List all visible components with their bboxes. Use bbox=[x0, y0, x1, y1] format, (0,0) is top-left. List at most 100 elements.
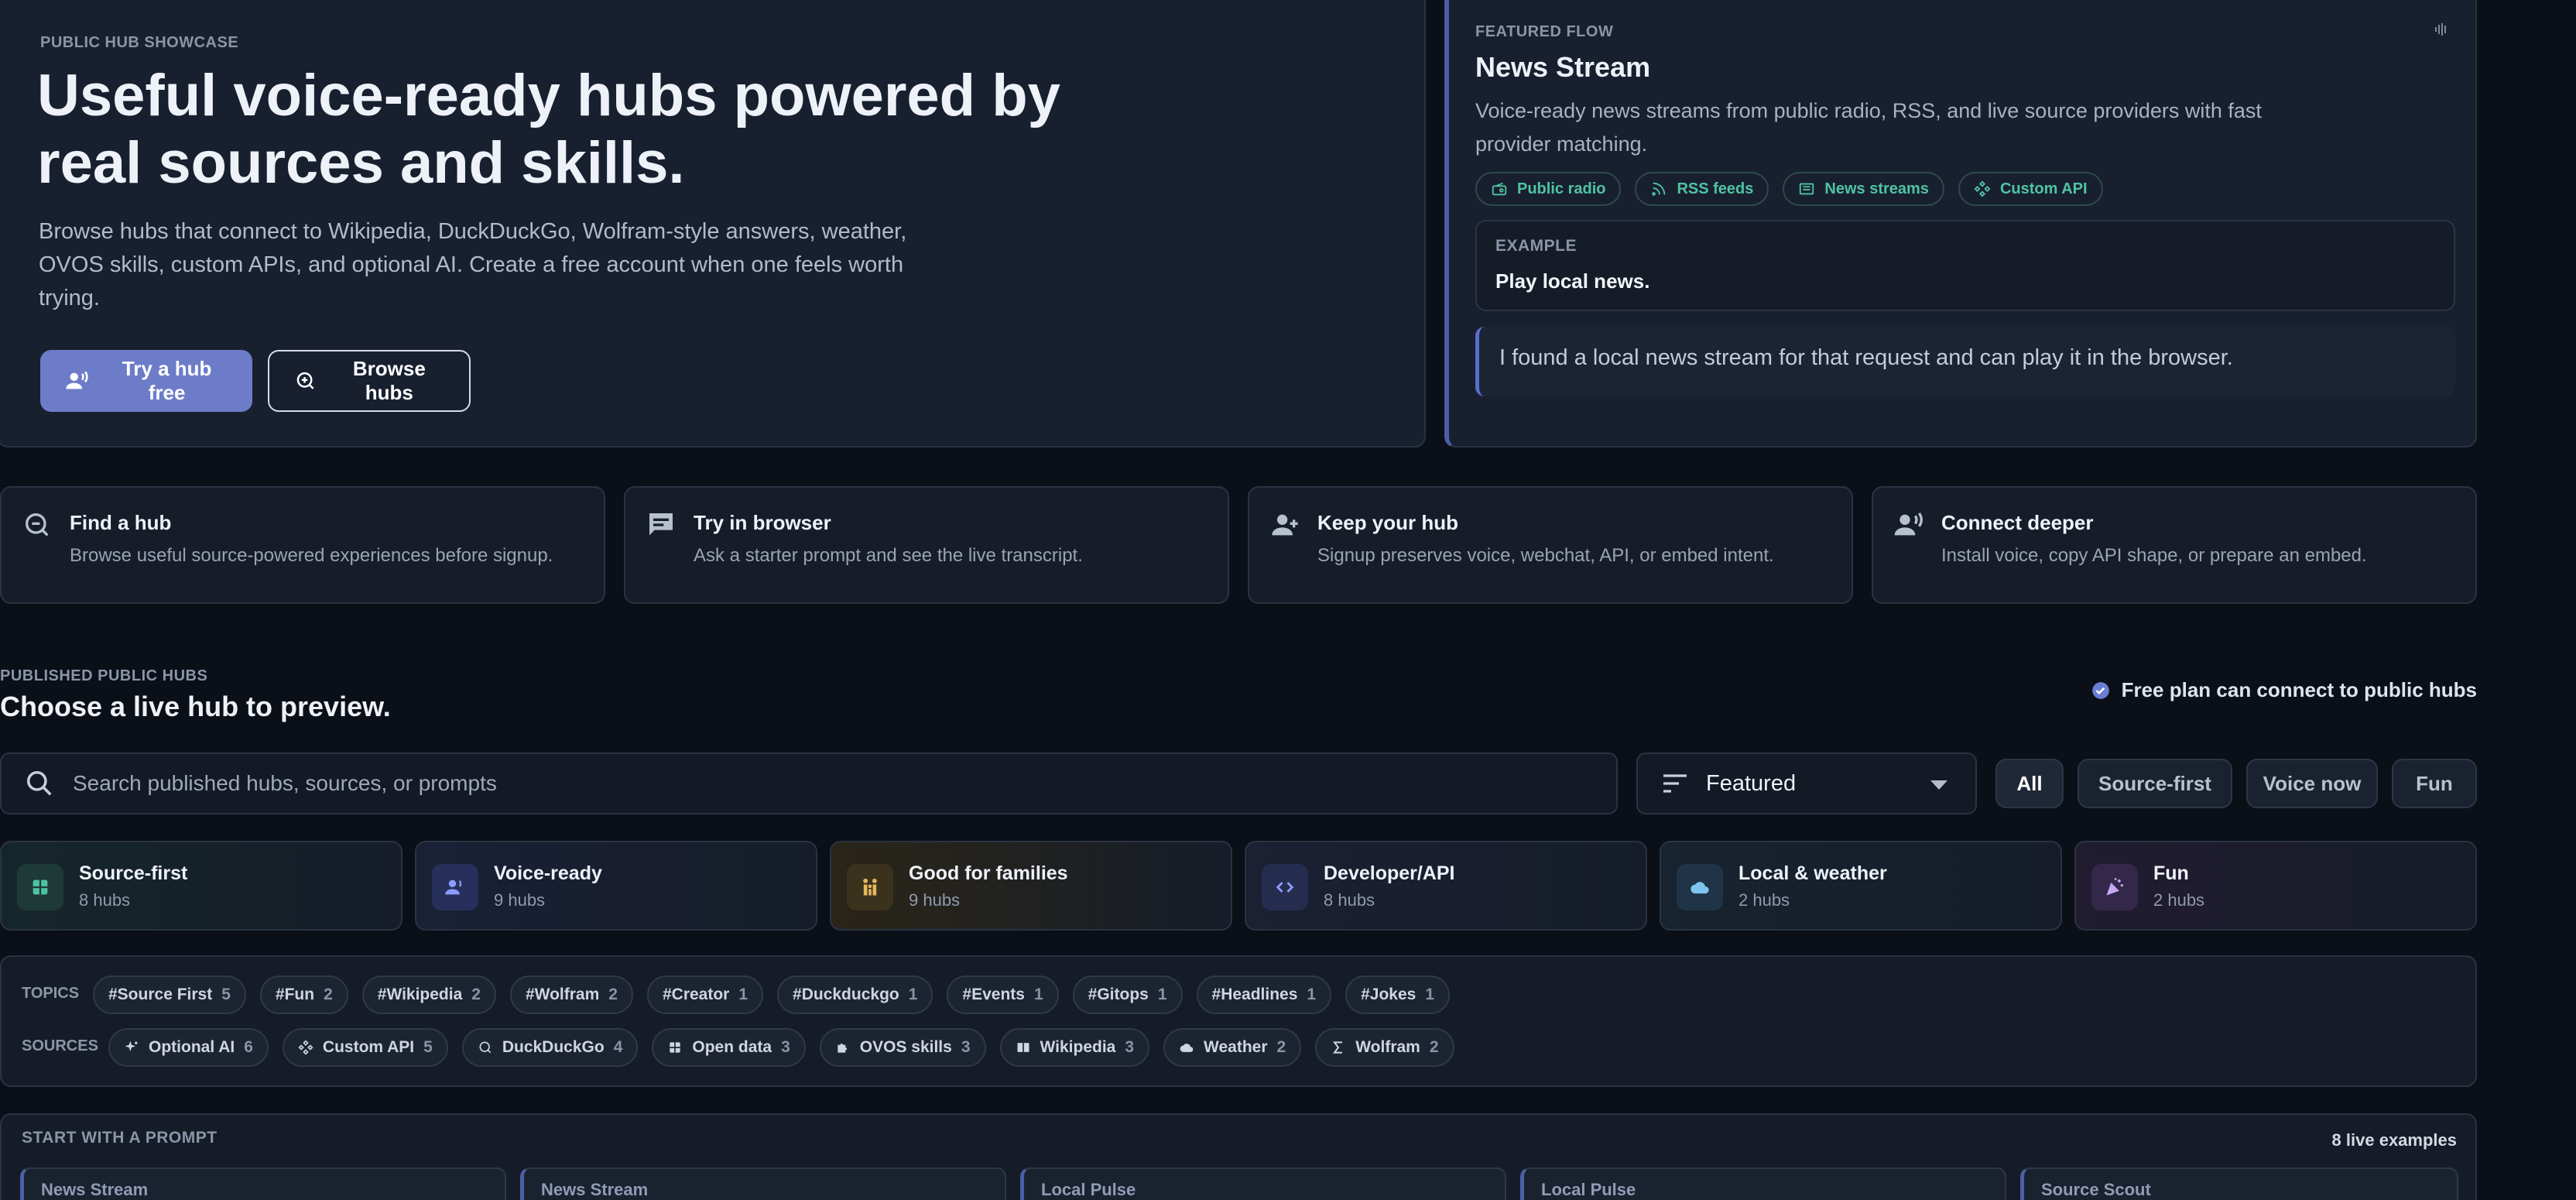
prompts-panel: START WITH A PROMPT 8 live examples News… bbox=[0, 1113, 2477, 1200]
source-tag[interactable]: DuckDuckGo 4 bbox=[461, 1028, 639, 1067]
category-families[interactable]: Good for families 9 hubs bbox=[830, 841, 1232, 931]
voice-user-icon bbox=[1894, 512, 1923, 536]
filter-voice-now[interactable]: Voice now bbox=[2246, 759, 2378, 808]
featured-description: Voice-ready news streams from public rad… bbox=[1475, 99, 2262, 156]
prompt-card[interactable]: Source Scout bbox=[2020, 1167, 2458, 1200]
published-overline: PUBLISHED PUBLIC HUBS bbox=[0, 667, 208, 684]
published-title: Choose a live hub to preview. bbox=[0, 691, 391, 722]
filter-all[interactable]: All bbox=[1995, 759, 2064, 808]
source-tag[interactable]: Custom API 5 bbox=[282, 1028, 448, 1067]
featured-title: News Stream bbox=[1475, 51, 1651, 83]
topic-tag[interactable]: #Source First 5 bbox=[93, 975, 246, 1014]
hero-title: Useful voice-ready hubs powered by real … bbox=[37, 63, 1060, 196]
voice-user-icon bbox=[432, 864, 478, 910]
filter-fun[interactable]: Fun bbox=[2392, 759, 2477, 808]
source-tag[interactable]: Wolfram 2 bbox=[1315, 1028, 1454, 1067]
prompt-card[interactable]: News Stream bbox=[20, 1167, 506, 1200]
sort-icon bbox=[1663, 774, 1687, 793]
featured-overline: FEATURED FLOW bbox=[1475, 23, 1614, 40]
topic-tag[interactable]: #Creator 1 bbox=[646, 975, 764, 1014]
waveform-icon bbox=[2434, 22, 2449, 37]
browse-hubs-button[interactable]: Browse hubs bbox=[268, 350, 471, 412]
sort-value: Featured bbox=[1706, 770, 1797, 796]
book-icon bbox=[1017, 1043, 1029, 1052]
search-input[interactable] bbox=[73, 771, 1543, 796]
code-icon bbox=[1262, 864, 1308, 910]
featured-chips: Public radio RSS feeds News streams Cust… bbox=[1475, 172, 2103, 206]
prompt-card[interactable]: Local Pulse bbox=[1020, 1167, 1506, 1200]
topic-tag[interactable]: #Headlines 1 bbox=[1196, 975, 1332, 1014]
cloud-icon bbox=[1180, 1044, 1194, 1052]
chip-rss-feeds: RSS feeds bbox=[1635, 172, 1769, 206]
news-icon bbox=[1800, 183, 1814, 195]
chip-public-radio: Public radio bbox=[1475, 172, 1622, 206]
category-source-first[interactable]: Source-first 8 hubs bbox=[0, 841, 402, 931]
topics-row: #Source First 5 #Fun 2 #Wikipedia 2 #Wolfra… bbox=[93, 975, 1451, 1014]
topic-tag[interactable]: #Fun 2 bbox=[259, 975, 348, 1014]
step-try-browser[interactable]: Try in browser Ask a starter prompt and … bbox=[624, 486, 1229, 604]
family-icon bbox=[847, 864, 893, 910]
free-plan-note: Free plan can connect to public hubs bbox=[2091, 678, 2477, 702]
chevron-down-icon bbox=[1930, 780, 1947, 790]
reply-text: I found a local news stream for that req… bbox=[1499, 345, 2233, 370]
topic-tag[interactable]: #Gitops 1 bbox=[1072, 975, 1183, 1014]
person-add-icon bbox=[1272, 514, 1298, 536]
sparkle-icon bbox=[125, 1041, 138, 1051]
try-hub-label: Try a hub free bbox=[122, 357, 212, 404]
search-globe-icon bbox=[26, 513, 49, 537]
step-keep-hub[interactable]: Keep your hub Signup preserves voice, we… bbox=[1248, 486, 1853, 604]
try-hub-button[interactable]: Try a hub free bbox=[40, 350, 252, 412]
sources-label: SOURCES bbox=[22, 1037, 98, 1054]
grid-icon bbox=[670, 1042, 681, 1053]
source-tag[interactable]: Open data 3 bbox=[652, 1028, 806, 1067]
search-globe-icon bbox=[479, 1041, 492, 1054]
sort-select[interactable]: Featured bbox=[1636, 753, 1977, 814]
source-tag[interactable]: Wikipedia 3 bbox=[999, 1028, 1150, 1067]
source-tag[interactable]: Weather 2 bbox=[1163, 1028, 1302, 1067]
rss-icon bbox=[1652, 182, 1666, 196]
category-developer-api[interactable]: Developer/API 8 hubs bbox=[1245, 841, 1647, 931]
category-fun[interactable]: Fun 2 hubs bbox=[2074, 841, 2477, 931]
category-voice-ready[interactable]: Voice-ready 9 hubs bbox=[415, 841, 817, 931]
source-tag[interactable]: OVOS skills 3 bbox=[819, 1028, 986, 1067]
api-icon bbox=[1974, 180, 1991, 197]
sources-row: Optional AI 6 Custom API 5 DuckDuckGo 4 Ope… bbox=[108, 1028, 1454, 1067]
browse-hubs-label: Browse hubs bbox=[352, 357, 426, 404]
cloud-icon bbox=[1677, 864, 1723, 910]
prompt-card[interactable]: Local Pulse bbox=[1520, 1167, 2006, 1200]
topic-tag[interactable]: #Duckduckgo 1 bbox=[777, 975, 933, 1014]
hero-description: Browse hubs that connect to Wikipedia, D… bbox=[39, 219, 907, 310]
voice-user-icon bbox=[66, 371, 88, 389]
example-label: EXAMPLE bbox=[1495, 237, 1577, 255]
step-connect-deeper[interactable]: Connect deeper Install voice, copy API s… bbox=[1872, 486, 2477, 604]
category-local-weather[interactable]: Local & weather 2 hubs bbox=[1660, 841, 2062, 931]
step-find-hub[interactable]: Find a hub Browse useful source-powered … bbox=[0, 486, 605, 604]
topic-tag[interactable]: #Wolfram 2 bbox=[509, 975, 633, 1014]
chat-icon bbox=[649, 513, 673, 536]
topics-sources-panel: TOPICS #Source First 5 #Fun 2 #Wikipedia 2 … bbox=[0, 955, 2477, 1087]
hero-overline: PUBLIC HUB SHOWCASE bbox=[40, 34, 239, 51]
example-prompt: Play local news. bbox=[1495, 269, 1650, 293]
search-globe-icon bbox=[296, 372, 314, 389]
sigma-icon bbox=[1333, 1041, 1343, 1054]
puzzle-icon bbox=[838, 1044, 847, 1053]
party-icon bbox=[2091, 864, 2138, 910]
topic-tag[interactable]: #Events 1 bbox=[947, 975, 1059, 1014]
search-bar[interactable] bbox=[0, 753, 1618, 814]
source-tag[interactable]: Optional AI 6 bbox=[108, 1028, 269, 1067]
example-box: EXAMPLE Play local news. bbox=[1475, 220, 2455, 311]
chip-news-streams: News streams bbox=[1783, 172, 1944, 206]
reply-box: I found a local news stream for that req… bbox=[1475, 327, 2455, 396]
prompt-card[interactable]: News Stream bbox=[520, 1167, 1006, 1200]
topic-tag[interactable]: #Jokes 1 bbox=[1345, 975, 1451, 1014]
api-icon bbox=[298, 1040, 313, 1055]
filter-source-first[interactable]: Source-first bbox=[2078, 759, 2232, 808]
chip-custom-api: Custom API bbox=[1958, 172, 2103, 206]
topic-tag[interactable]: #Wikipedia 2 bbox=[361, 975, 496, 1014]
hero-panel: PUBLIC HUB SHOWCASE Useful voice-ready h… bbox=[0, 0, 1426, 447]
radio-icon bbox=[1492, 182, 1507, 196]
search-icon bbox=[27, 771, 52, 796]
verified-badge-icon bbox=[2091, 681, 2109, 699]
prompts-overline: START WITH A PROMPT bbox=[22, 1129, 218, 1147]
featured-flow-panel: FEATURED FLOW News Stream Voice-ready ne… bbox=[1444, 0, 2477, 447]
